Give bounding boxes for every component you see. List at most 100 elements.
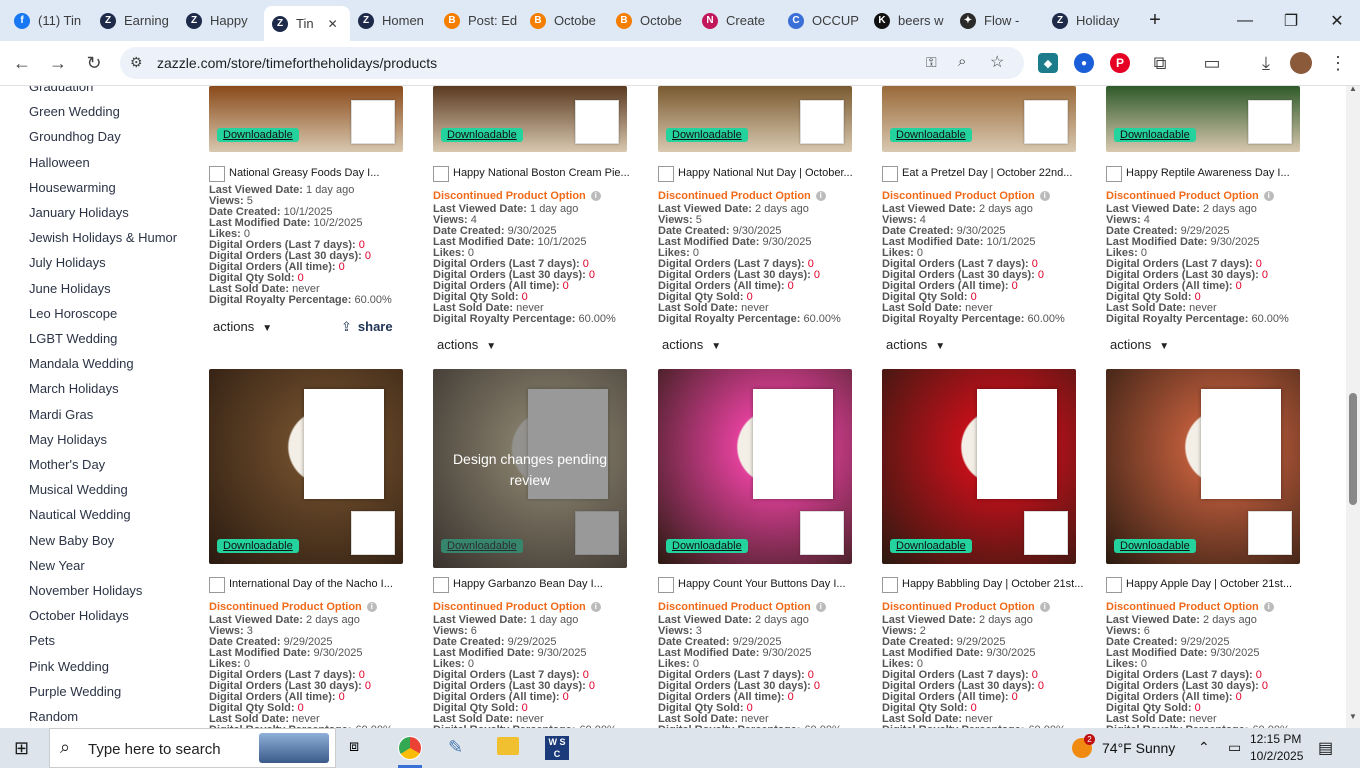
tab-10[interactable]: Kbeers w: [874, 6, 954, 35]
select-checkbox[interactable]: [1106, 577, 1122, 593]
info-icon[interactable]: i: [815, 602, 826, 612]
info-icon[interactable]: i: [1263, 602, 1274, 612]
downloadable-badge[interactable]: Downloadable: [1114, 539, 1196, 553]
tab-11[interactable]: ✦ Flow -: [960, 6, 1040, 35]
sidebar-category[interactable]: March Holidays: [29, 381, 119, 396]
tab-0[interactable]: f (11) Tin: [14, 6, 94, 35]
product-image[interactable]: Downloadable: [1106, 86, 1300, 152]
tab-2[interactable]: Z Happy: [186, 6, 266, 35]
mini-preview-card[interactable]: [800, 511, 844, 555]
mini-preview-card[interactable]: [800, 100, 844, 144]
select-checkbox[interactable]: [209, 166, 225, 182]
sidebar-category[interactable]: June Holidays: [29, 281, 111, 296]
mini-preview-card[interactable]: [1248, 100, 1292, 144]
sidebar-category[interactable]: Graduation: [29, 86, 93, 94]
tab-1[interactable]: Z Earning: [100, 6, 180, 35]
sidebar-category[interactable]: Jewish Holidays & Humor: [29, 230, 177, 245]
sidebar-category[interactable]: November Holidays: [29, 583, 142, 598]
new-tab-button[interactable]: +: [1132, 0, 1178, 41]
file-explorer-icon[interactable]: [497, 737, 519, 755]
profile-avatar[interactable]: [1290, 52, 1312, 74]
downloads-icon[interactable]: ⤓: [1254, 51, 1278, 75]
sidebar-category[interactable]: Housewarming: [29, 180, 116, 195]
wsc-app-icon[interactable]: W SC: [545, 736, 569, 760]
restore-button[interactable]: ❐: [1268, 0, 1314, 41]
extensions-puzzle-icon[interactable]: ⧉: [1148, 51, 1172, 75]
sidebar-category[interactable]: January Holidays: [29, 205, 129, 220]
minimize-button[interactable]: —: [1222, 0, 1268, 41]
select-checkbox[interactable]: [658, 577, 674, 593]
mini-preview-card[interactable]: [575, 100, 619, 144]
select-checkbox[interactable]: [658, 166, 674, 182]
chrome-icon[interactable]: [398, 736, 422, 760]
sidebar-category[interactable]: Musical Wedding: [29, 482, 128, 497]
product-image[interactable]: Downloadable: [658, 369, 852, 564]
downloadable-badge[interactable]: Downloadable: [217, 539, 299, 553]
sidebar-category[interactable]: July Holidays: [29, 255, 106, 270]
product-title[interactable]: National Greasy Foods Day I...: [229, 167, 379, 179]
tab-5[interactable]: B Post: Ed: [444, 6, 524, 35]
product-image[interactable]: Downloadable: [658, 86, 852, 152]
actions-dropdown[interactable]: actions ▼: [213, 319, 272, 334]
tray-chevron-icon[interactable]: ⌃: [1198, 739, 1210, 756]
downloadable-badge[interactable]: Downloadable: [217, 128, 299, 142]
clock-time[interactable]: 12:15 PM: [1250, 732, 1301, 746]
sidebar-category[interactable]: May Holidays: [29, 432, 107, 447]
mini-preview-card[interactable]: [1024, 100, 1068, 144]
sidebar-category[interactable]: Groundhog Day: [29, 129, 121, 144]
url-text[interactable]: zazzle.com/store/timefortheholidays/prod…: [157, 55, 437, 71]
info-icon[interactable]: i: [590, 602, 601, 612]
sidebar-category[interactable]: Mother's Day: [29, 457, 105, 472]
select-checkbox[interactable]: [433, 166, 449, 182]
product-image[interactable]: Downloadable: [1106, 369, 1300, 564]
product-image[interactable]: Downloadable: [209, 86, 403, 152]
tab-7[interactable]: B Octobe: [616, 6, 696, 35]
password-key-icon[interactable]: ⚿: [926, 54, 937, 71]
tab-4[interactable]: Z Homen: [358, 6, 438, 35]
product-title[interactable]: International Day of the Nacho I...: [229, 578, 393, 590]
sidebar-category[interactable]: Purple Wedding: [29, 684, 121, 699]
sidebar-category[interactable]: Nautical Wedding: [29, 507, 131, 522]
network-icon[interactable]: ▭: [1228, 739, 1241, 756]
sidebar-category[interactable]: Mandala Wedding: [29, 356, 134, 371]
weather-text[interactable]: 74°F Sunny: [1102, 740, 1175, 756]
product-title[interactable]: Eat a Pretzel Day | October 22nd...: [902, 167, 1072, 179]
product-title[interactable]: Happy National Nut Day | October...: [678, 167, 853, 179]
info-icon[interactable]: i: [815, 191, 826, 201]
downloadable-badge[interactable]: Downloadable: [666, 539, 748, 553]
page-scrollbar[interactable]: ▲ ▼: [1346, 86, 1360, 728]
tab-12[interactable]: Z Holiday: [1052, 6, 1132, 35]
sidebar-category[interactable]: Pink Wedding: [29, 659, 109, 674]
close-window-button[interactable]: ✕: [1314, 0, 1360, 41]
mini-preview-card[interactable]: [1248, 511, 1292, 555]
share-button[interactable]: ⇪ share: [341, 319, 393, 335]
notification-icon[interactable]: ▤: [1318, 738, 1333, 758]
sidebar-category[interactable]: Halloween: [29, 155, 90, 170]
pinterest-icon[interactable]: P: [1110, 53, 1130, 73]
product-image[interactable]: Downloadable: [882, 86, 1076, 152]
extension-blue-icon[interactable]: ●: [1074, 53, 1094, 73]
info-icon[interactable]: i: [366, 602, 377, 612]
select-checkbox[interactable]: [882, 577, 898, 593]
mini-preview-card[interactable]: [351, 100, 395, 144]
product-image[interactable]: DownloadableDesign changes pending revie…: [433, 369, 627, 568]
menu-kebab-icon[interactable]: ⋮: [1326, 51, 1350, 75]
close-tab-icon[interactable]: ✕: [328, 17, 338, 31]
downloadable-badge[interactable]: Downloadable: [666, 128, 748, 142]
tab-8[interactable]: N Create: [702, 6, 782, 35]
sidebar-category[interactable]: Pets: [29, 633, 55, 648]
select-checkbox[interactable]: [1106, 166, 1122, 182]
forward-icon[interactable]: →: [46, 51, 70, 75]
sidebar-category[interactable]: New Baby Boy: [29, 533, 114, 548]
product-title[interactable]: Happy Count Your Buttons Day I...: [678, 578, 846, 590]
select-checkbox[interactable]: [882, 166, 898, 182]
mini-preview-card[interactable]: [351, 511, 395, 555]
product-image[interactable]: Downloadable: [433, 86, 627, 152]
bookmark-star-icon[interactable]: ☆: [990, 52, 1004, 72]
info-icon[interactable]: i: [590, 191, 601, 201]
product-title[interactable]: Happy National Boston Cream Pie...: [453, 167, 630, 179]
scrollbar-thumb[interactable]: [1349, 393, 1357, 505]
tab-9[interactable]: C OCCUP: [788, 6, 868, 35]
tab-3[interactable]: Z Tin ✕: [264, 6, 350, 41]
taskbar-search[interactable]: ⌕ Type here to search: [49, 728, 336, 768]
